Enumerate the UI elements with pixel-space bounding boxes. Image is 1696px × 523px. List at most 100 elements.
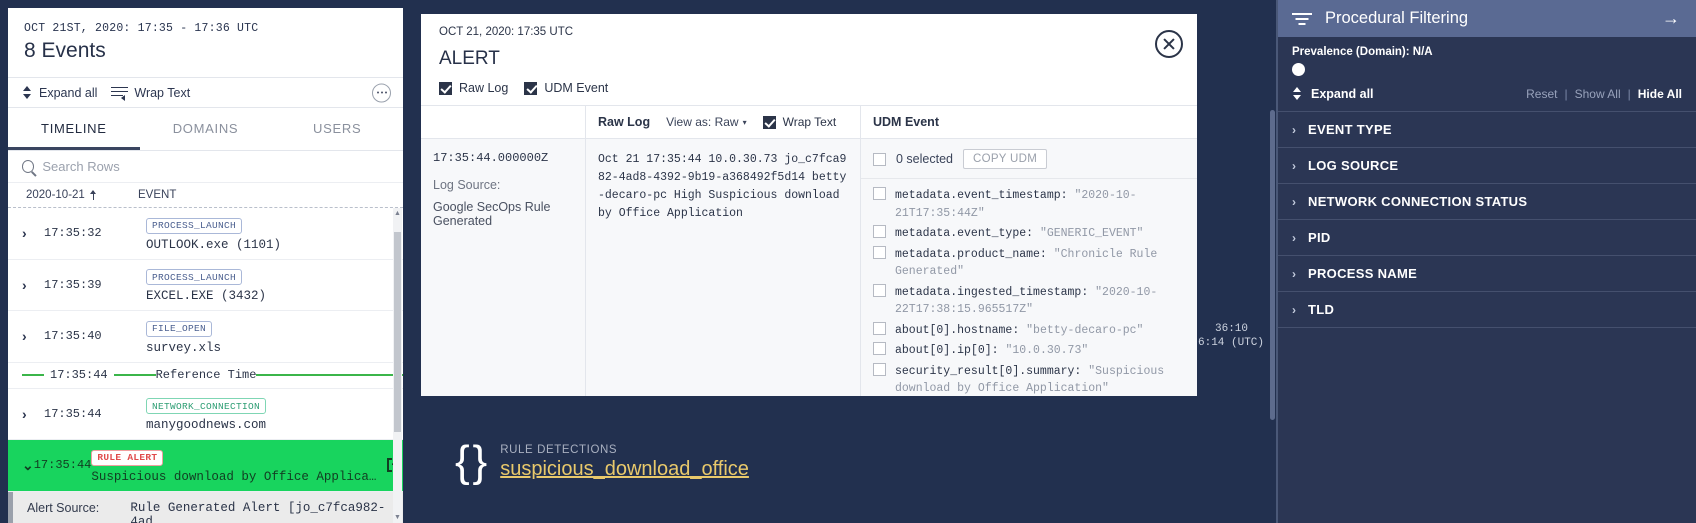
filter-expand-all-button[interactable]: Expand all <box>1292 86 1374 101</box>
expand-all-label: Expand all <box>39 86 97 100</box>
udm-toolbar: 0 selected COPY UDM <box>861 139 1197 179</box>
timeline-tabs: TIMELINE DOMAINS USERS <box>8 108 403 151</box>
filter-item-pid[interactable]: › PID <box>1278 220 1696 256</box>
udm-field-checkbox[interactable] <box>873 246 886 259</box>
column-date[interactable]: 2020-10-21 <box>26 189 138 201</box>
udm-field[interactable]: metadata.ingested_timestamp: "2020-10-22… <box>873 284 1185 319</box>
raw-log-text: Oct 21 17:35:44 10.0.30.73 jo_c7fca982-4… <box>598 151 848 223</box>
row-time: 17:35:44 <box>34 458 92 472</box>
checkbox-icon <box>763 116 776 129</box>
prevalence-section: Prevalence (Domain): N/A <box>1278 37 1696 76</box>
tab-users[interactable]: USERS <box>271 108 403 150</box>
row-label: EXCEL.EXE (3432) <box>146 289 393 303</box>
tab-timeline[interactable]: TIMELINE <box>8 108 140 150</box>
udm-event-column-header: UDM Event <box>861 106 1197 139</box>
chevron-right-icon: › <box>1292 123 1296 137</box>
detail-row: Alert Source: Rule Generated Alert [jo_c… <box>8 492 403 523</box>
filter-item-process-name[interactable]: › PROCESS NAME <box>1278 256 1696 292</box>
log-source-column: 17:35:44.000000Z Log Source: Google SecO… <box>421 106 586 396</box>
filter-item-network-connection-status[interactable]: › NETWORK CONNECTION STATUS <box>1278 184 1696 220</box>
udm-field-checkbox[interactable] <box>873 342 886 355</box>
table-row[interactable]: › 17:35:40 FILE_OPEN survey.xls <box>8 311 403 363</box>
table-row[interactable]: › 17:35:39 PROCESS_LAUNCH EXCEL.EXE (343… <box>8 260 403 312</box>
search-input[interactable] <box>42 159 389 174</box>
udm-field-key: security_result[0].summary: <box>895 365 1081 378</box>
table-row-selected[interactable]: ⌄ 17:35:44 RULE ALERT Suspicious downloa… <box>8 440 403 492</box>
row-expand-icon[interactable]: › <box>22 328 44 344</box>
rule-detections-name[interactable]: suspicious_download_office <box>500 458 749 481</box>
alert-timestamp: OCT 21, 2020: 17:35 UTC <box>439 26 1179 38</box>
filter-panel-scrollbar[interactable] <box>1270 110 1275 420</box>
hide-all-link[interactable]: Hide All <box>1638 87 1682 101</box>
filter-item-event-type[interactable]: › EVENT TYPE <box>1278 112 1696 148</box>
udm-field[interactable]: about[0].hostname: "betty-decaro-pc" <box>873 322 1185 340</box>
filter-actions: Expand all Reset | Show All | Hide All <box>1278 76 1696 112</box>
row-content: PROCESS_LAUNCH OUTLOOK.exe (1101) <box>146 215 403 252</box>
udm-field-value: "GENERIC_EVENT" <box>1040 227 1144 240</box>
event-type-chip: NETWORK_CONNECTION <box>146 398 266 414</box>
view-as-label: View as: Raw <box>666 115 738 129</box>
rule-detections: { } RULE DETECTIONS suspicious_download_… <box>455 437 749 487</box>
wrap-text-checkbox[interactable]: Wrap Text <box>763 115 837 129</box>
filter-item-tld[interactable]: › TLD <box>1278 292 1696 328</box>
table-row[interactable]: › 17:35:32 PROCESS_LAUNCH OUTLOOK.exe (1… <box>8 208 403 260</box>
udm-field[interactable]: about[0].ip[0]: "10.0.30.73" <box>873 342 1185 360</box>
tab-domains[interactable]: DOMAINS <box>140 108 272 150</box>
udm-field[interactable]: security_result[0].summary: "Suspicious … <box>873 363 1185 397</box>
udm-event-column: UDM Event 0 selected COPY UDM metadata.e… <box>861 106 1197 396</box>
select-all-checkbox[interactable] <box>873 153 886 166</box>
procedural-filtering-panel: Procedural Filtering → Prevalence (Domai… <box>1276 0 1696 523</box>
timeline-scrollbar[interactable]: ▲ ▼ <box>393 208 402 523</box>
log-source-column-header <box>421 106 585 139</box>
view-as-dropdown[interactable]: View as: Raw ▾ <box>666 115 747 129</box>
udm-field-checkbox[interactable] <box>873 284 886 297</box>
udm-field-value: "10.0.30.73" <box>1005 344 1088 357</box>
reset-link[interactable]: Reset <box>1526 87 1557 101</box>
expand-collapse-icon <box>1292 86 1303 101</box>
scroll-thumb[interactable] <box>394 232 401 432</box>
wrap-text-label: Wrap Text <box>783 115 837 129</box>
row-time: 17:35:44 <box>44 407 146 421</box>
udm-field-checkbox[interactable] <box>873 363 886 376</box>
reference-time-marker: 17:35:44 Reference Time <box>8 363 403 389</box>
detail-key: Alert Source: <box>27 501 130 523</box>
wrap-text-label: Wrap Text <box>134 86 190 100</box>
table-row[interactable]: › 17:35:44 NETWORK_CONNECTION manygoodne… <box>8 389 403 441</box>
scroll-down-icon[interactable]: ▼ <box>394 514 401 521</box>
copy-udm-button[interactable]: COPY UDM <box>963 149 1047 169</box>
udm-field-checkbox[interactable] <box>873 187 886 200</box>
raw-log-checkbox[interactable]: Raw Log <box>439 81 508 95</box>
row-expand-icon[interactable]: › <box>22 277 44 293</box>
rule-detections-label: RULE DETECTIONS <box>500 444 749 456</box>
timeline-rows: › 17:35:32 PROCESS_LAUNCH OUTLOOK.exe (1… <box>8 208 403 523</box>
page-title: ALERT <box>439 48 1179 70</box>
scroll-up-icon[interactable]: ▲ <box>394 210 401 217</box>
udm-field[interactable]: metadata.event_timestamp: "2020-10-21T17… <box>873 187 1185 222</box>
raw-log-column-header: Raw Log View as: Raw ▾ Wrap Text <box>586 106 860 139</box>
udm-field-checkbox[interactable] <box>873 322 886 335</box>
udm-event-title: UDM Event <box>873 115 939 129</box>
wrap-text-button[interactable]: Wrap Text <box>111 86 190 100</box>
collapse-panel-icon[interactable]: → <box>1662 8 1680 29</box>
udm-field[interactable]: metadata.product_name: "Chronicle Rule G… <box>873 246 1185 281</box>
close-icon[interactable] <box>1155 30 1183 58</box>
udm-event-checkbox[interactable]: UDM Event <box>524 81 608 95</box>
background-timestamp: 6:14 (UTC) <box>1198 337 1264 349</box>
udm-field-list: metadata.event_timestamp: "2020-10-21T17… <box>861 179 1197 396</box>
udm-field[interactable]: metadata.event_type: "GENERIC_EVENT" <box>873 225 1185 243</box>
more-options-icon[interactable] <box>372 83 391 102</box>
udm-field-checkbox[interactable] <box>873 225 886 238</box>
row-expand-icon[interactable]: › <box>22 225 44 241</box>
raw-log-column: Raw Log View as: Raw ▾ Wrap Text Oct 21 … <box>586 106 861 396</box>
prevalence-slider-handle[interactable] <box>1292 63 1305 76</box>
chevron-down-icon: ▾ <box>743 118 747 127</box>
expand-all-button[interactable]: Expand all <box>22 85 97 100</box>
show-all-link[interactable]: Show All <box>1575 87 1621 101</box>
row-expand-icon[interactable]: › <box>22 406 44 422</box>
row-collapse-icon[interactable]: ⌄ <box>22 457 34 474</box>
filter-item-log-source[interactable]: › LOG SOURCE <box>1278 148 1696 184</box>
alert-view-toggles: Raw Log UDM Event <box>439 81 1179 105</box>
chevron-right-icon: › <box>1292 303 1296 317</box>
timeline-panel: OCT 21ST, 2020: 17:35 - 17:36 UTC 8 Even… <box>8 8 403 523</box>
source-timestamp: 17:35:44.000000Z <box>433 151 573 165</box>
